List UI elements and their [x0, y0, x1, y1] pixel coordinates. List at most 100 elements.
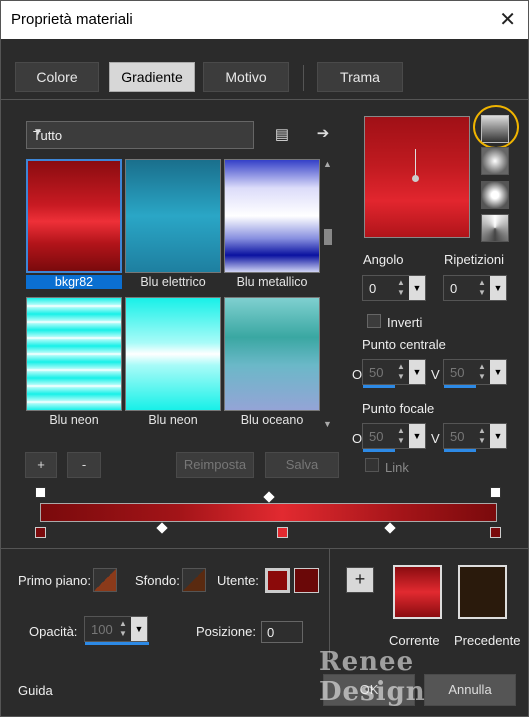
- scrollbar-thumb[interactable]: [324, 229, 332, 245]
- center-v-bar: [444, 385, 476, 388]
- arrow-right-icon[interactable]: ➔: [312, 123, 334, 145]
- center-h-label: O: [352, 367, 363, 382]
- tab-colore[interactable]: Colore: [15, 62, 99, 92]
- section-divider: [329, 549, 330, 659]
- opacity-stepper[interactable]: 100 ▲ ▼ ▼: [84, 616, 149, 645]
- foreground-label: Primo piano:: [18, 573, 91, 588]
- gradient-swatch: [125, 159, 221, 273]
- gradient-label: bkgr82: [26, 275, 122, 289]
- focal-h-stepper[interactable]: 50 ▲ ▼ ▼: [362, 423, 426, 452]
- tab-trama[interactable]: Trama: [317, 62, 403, 92]
- gradient-tile[interactable]: Blu elettrico: [125, 159, 221, 297]
- sunburst-type-icon[interactable]: [481, 181, 509, 209]
- position-field[interactable]: 0: [261, 621, 303, 643]
- scroll-down-icon[interactable]: ▼: [323, 419, 332, 429]
- center-v-stepper[interactable]: 50 ▲ ▼ ▼: [443, 359, 507, 388]
- user-swatch-alt[interactable]: [294, 568, 319, 593]
- foreground-swatch[interactable]: [93, 568, 117, 592]
- repeats-stepper[interactable]: 0 ▲ ▼ ▼: [443, 275, 507, 301]
- opacity-midpoint[interactable]: [263, 491, 275, 503]
- angle-stepper[interactable]: 0 ▲ ▼ ▼: [362, 275, 426, 301]
- color-midpoint[interactable]: [156, 522, 168, 534]
- focal-h-bar: [363, 449, 395, 452]
- gradient-label: Blu metallico: [236, 275, 308, 289]
- focal-h-value: 50: [369, 429, 384, 444]
- stepper-arrows-icon[interactable]: ▲ ▼: [478, 278, 486, 298]
- gradient-swatch: [26, 297, 122, 411]
- chevron-down-icon[interactable]: ▼: [409, 360, 425, 384]
- rectangular-type-icon[interactable]: [481, 147, 509, 175]
- direction-handle[interactable]: [412, 175, 419, 182]
- link-checkbox[interactable]: [365, 458, 379, 472]
- chevron-down-icon[interactable]: ▼: [490, 360, 506, 384]
- remove-button[interactable]: -: [67, 452, 101, 478]
- tab-gradiente[interactable]: Gradiente: [109, 62, 195, 92]
- repeats-value: 0: [450, 281, 458, 296]
- opacity-label: Opacità:: [29, 624, 78, 639]
- tab-motivo[interactable]: Motivo: [203, 62, 289, 92]
- gradient-swatch: [26, 159, 122, 273]
- add-button[interactable]: +: [25, 452, 57, 478]
- chevron-down-icon[interactable]: ▼: [131, 617, 147, 641]
- radial-type-icon[interactable]: [481, 214, 509, 242]
- chevron-down-icon[interactable]: ▼: [409, 276, 425, 300]
- angle-value: 0: [369, 281, 377, 296]
- gradient-tile[interactable]: Blu neon: [125, 297, 221, 435]
- stepper-arrows-icon[interactable]: ▲ ▼: [119, 619, 127, 639]
- invert-label: Inverti: [387, 315, 423, 330]
- background-label: Sfondo:: [135, 573, 180, 588]
- stepper-arrows-icon[interactable]: ▲ ▼: [478, 362, 486, 382]
- gradient-tile[interactable]: Blu neon: [26, 297, 122, 435]
- add-swatch-button[interactable]: +: [346, 567, 374, 593]
- center-h-value: 50: [369, 365, 384, 380]
- current-swatch[interactable]: [393, 565, 442, 619]
- stepper-arrows-icon[interactable]: ▲ ▼: [397, 426, 405, 446]
- stepper-arrows-icon[interactable]: ▲ ▼: [397, 362, 405, 382]
- gradient-tile[interactable]: Blu metallico: [224, 159, 320, 297]
- color-stop[interactable]: [277, 527, 288, 538]
- chevron-down-icon[interactable]: ▼: [490, 424, 506, 448]
- invert-checkbox[interactable]: [367, 314, 381, 328]
- chevron-down-icon[interactable]: ▼: [409, 424, 425, 448]
- focal-v-bar: [444, 449, 476, 452]
- angle-label: Angolo: [363, 252, 404, 267]
- opacity-bar: [85, 642, 149, 645]
- stepper-arrows-icon[interactable]: ▲ ▼: [397, 278, 405, 298]
- opacity-value: 100: [91, 622, 113, 637]
- user-swatch[interactable]: [265, 568, 290, 593]
- title-bar: Proprietà materiali ✕: [1, 1, 528, 39]
- opacity-stop-left[interactable]: [35, 487, 46, 498]
- gradient-label: Blu neon: [49, 413, 99, 427]
- gradient-tile[interactable]: bkgr82: [26, 159, 122, 297]
- gradient-list-scrollbar[interactable]: ▲ ▼: [322, 159, 334, 429]
- focal-v-label: V: [431, 431, 440, 446]
- chevron-down-icon[interactable]: ▼: [490, 276, 506, 300]
- color-stop[interactable]: [490, 527, 501, 538]
- gradient-ramp[interactable]: [40, 503, 497, 522]
- previous-swatch[interactable]: [458, 565, 507, 619]
- library-icon[interactable]: ▤: [271, 124, 293, 146]
- gradient-tile[interactable]: Blu oceano: [224, 297, 320, 435]
- user-label: Utente:: [217, 573, 259, 588]
- gradient-preview[interactable]: [364, 116, 470, 238]
- section-divider: [1, 99, 528, 100]
- color-stop[interactable]: [35, 527, 46, 538]
- color-midpoint[interactable]: [384, 522, 396, 534]
- help-link[interactable]: Guida: [18, 683, 53, 698]
- category-dropdown[interactable]: Tutto ▼: [26, 121, 254, 149]
- focal-h-label: O: [352, 431, 363, 446]
- tab-divider: [303, 65, 304, 91]
- gradient-swatch: [224, 159, 320, 273]
- center-h-stepper[interactable]: 50 ▲ ▼ ▼: [362, 359, 426, 388]
- center-point-label: Punto centrale: [362, 337, 446, 352]
- scroll-up-icon[interactable]: ▲: [323, 159, 332, 169]
- stepper-arrows-icon[interactable]: ▲ ▼: [478, 426, 486, 446]
- reset-button[interactable]: Reimposta: [176, 452, 254, 478]
- save-button[interactable]: Salva: [265, 452, 339, 478]
- close-icon[interactable]: ✕: [499, 7, 516, 32]
- focal-v-stepper[interactable]: 50 ▲ ▼ ▼: [443, 423, 507, 452]
- current-label: Corrente: [389, 633, 440, 648]
- background-swatch[interactable]: [182, 568, 206, 592]
- window-title: Proprietà materiali: [11, 11, 133, 28]
- opacity-stop-right[interactable]: [490, 487, 501, 498]
